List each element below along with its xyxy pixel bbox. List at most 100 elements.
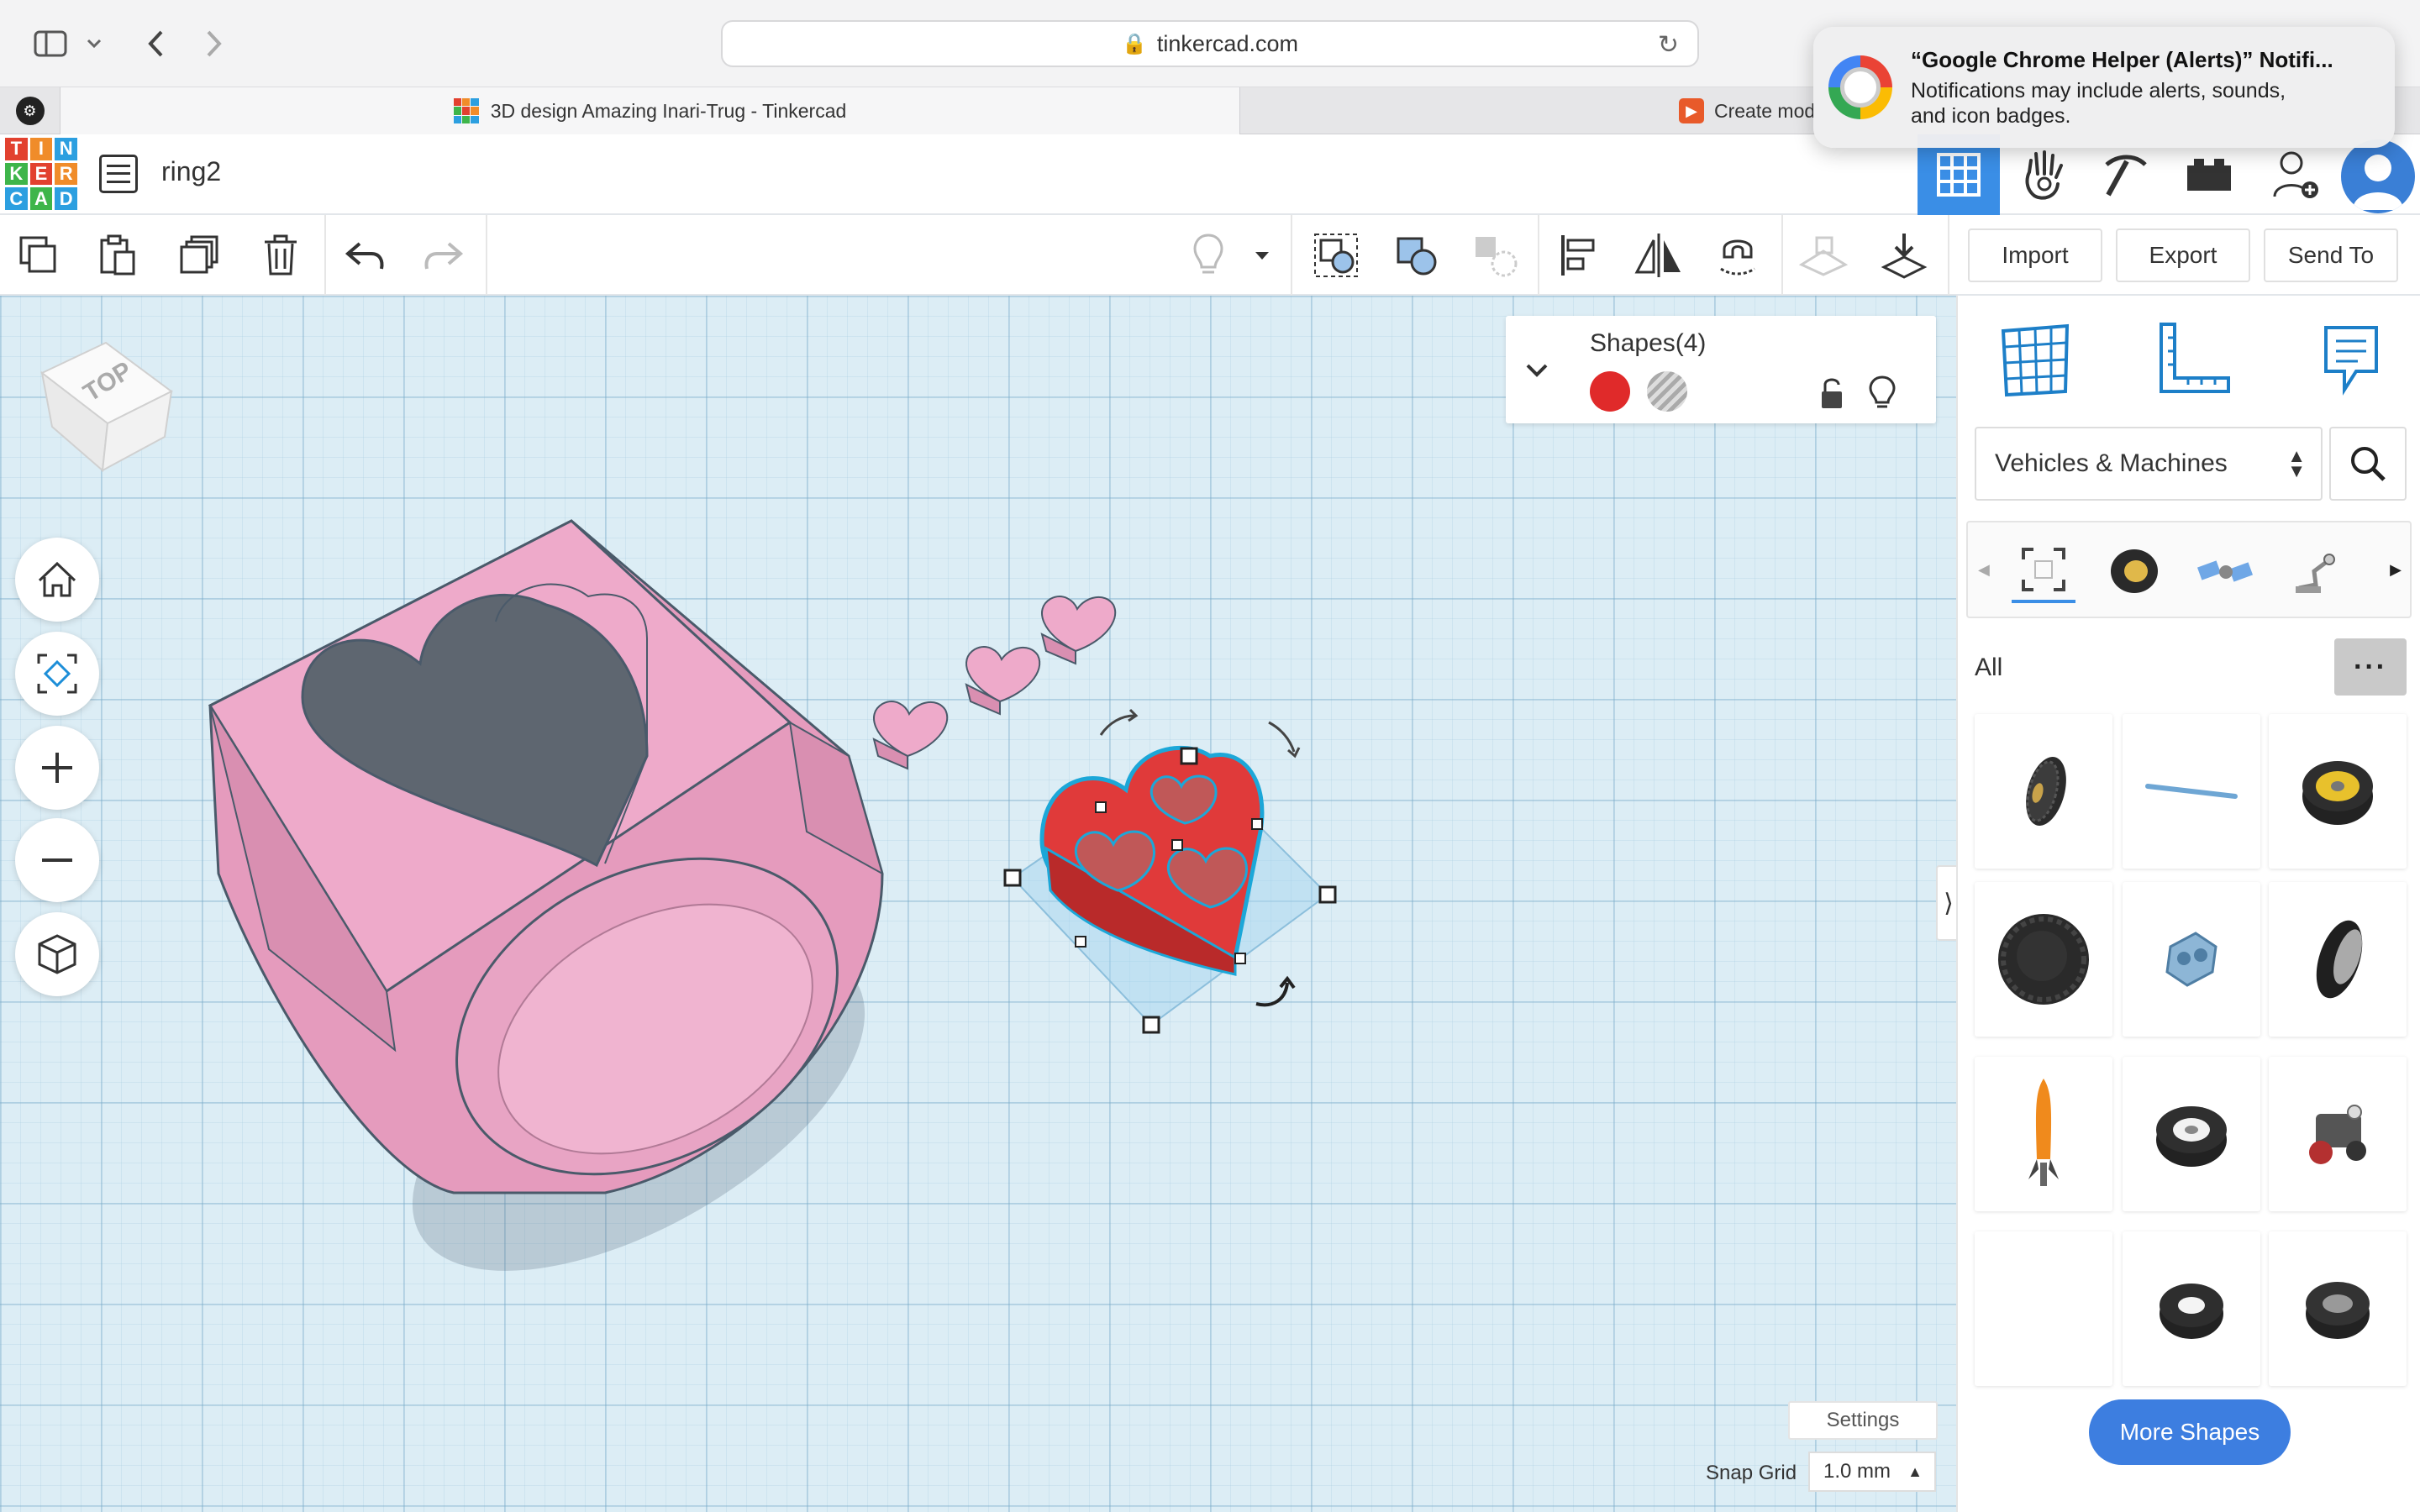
collapse-panel-button[interactable]: ⟩	[1936, 865, 1956, 941]
shape-card[interactable]	[2123, 714, 2260, 869]
logo-letter: C	[5, 187, 28, 210]
home-view-button[interactable]	[15, 538, 99, 622]
lock-icon[interactable]	[1817, 376, 1847, 410]
plus-icon	[42, 753, 72, 783]
ruler-icon	[2160, 323, 2230, 393]
shape-card[interactable]	[1975, 1057, 2112, 1211]
forward-icon[interactable]	[190, 20, 237, 67]
group-icon	[1314, 234, 1358, 277]
snap-grid-value: 1.0 mm	[1823, 1460, 1891, 1483]
shape-category-select[interactable]: Vehicles & Machines ▲ ▼	[1975, 427, 2323, 501]
selected-heart-group[interactable]	[1003, 708, 1337, 1034]
zoom-out-button[interactable]	[15, 818, 99, 902]
import-button[interactable]: Import	[1968, 228, 2102, 282]
export-button[interactable]: Export	[2116, 228, 2250, 282]
ungroup-button[interactable]	[1392, 230, 1442, 281]
toolbar-divider	[1291, 215, 1292, 296]
shape-search-button[interactable]	[2329, 427, 2407, 501]
pinned-tab[interactable]: ⚙	[0, 87, 60, 134]
back-icon[interactable]	[133, 20, 180, 67]
small-heart-shape[interactable]	[965, 646, 1041, 716]
duplicate-button[interactable]	[175, 230, 225, 281]
lightbulb-icon[interactable]	[1867, 375, 1897, 412]
design-list-icon[interactable]	[99, 155, 138, 193]
tinkercad-logo[interactable]: TIN KER CAD	[5, 138, 77, 210]
zoom-in-button[interactable]	[15, 726, 99, 810]
solid-color-swatch[interactable]	[1590, 371, 1630, 412]
carousel-right-icon[interactable]: ▶	[2390, 561, 2402, 579]
fit-view-button[interactable]	[15, 632, 99, 716]
reload-icon[interactable]: ↻	[1658, 30, 1679, 60]
group-button[interactable]	[1311, 230, 1361, 281]
shapes-inspector: Shapes(4)	[1506, 316, 1936, 423]
filter-robots-button[interactable]	[2284, 539, 2348, 603]
workplane-grid-button[interactable]	[1995, 319, 2075, 400]
robot-chassis-icon	[2309, 1105, 2366, 1164]
snap-button[interactable]	[1712, 230, 1763, 281]
notes-button[interactable]	[2311, 319, 2391, 400]
hole-swatch[interactable]	[1647, 371, 1687, 412]
shape-card[interactable]	[2269, 882, 2407, 1037]
shape-card[interactable]	[2269, 1057, 2407, 1211]
shape-card[interactable]	[2269, 1231, 2407, 1386]
workplane-button[interactable]	[1798, 230, 1849, 281]
address-bar[interactable]: 🔒 tinkercad.com ↻	[721, 20, 1699, 67]
paste-button[interactable]	[92, 230, 143, 281]
3d-scene[interactable]	[0, 296, 1956, 1512]
axle-rod-icon	[2145, 784, 2238, 799]
duplicate-icon	[180, 235, 218, 274]
undo-button[interactable]	[339, 230, 390, 281]
tinkercad-favicon-icon	[453, 98, 479, 123]
workplane[interactable]: TOP Settings Snap Grid 1.0 mm ▲ ⟩	[0, 296, 1956, 1512]
design-title[interactable]: ring2	[161, 156, 221, 187]
carousel-left-icon[interactable]: ◀	[1978, 561, 1990, 579]
logo-letter: N	[55, 138, 77, 160]
redo-button[interactable]	[418, 230, 469, 281]
more-options-button[interactable]: ···	[2334, 638, 2407, 696]
filter-wheels-button[interactable]	[2102, 539, 2166, 603]
shape-filter-carousel: ◀ ▶	[1966, 521, 2412, 618]
small-heart-shape[interactable]	[872, 701, 949, 770]
filter-satellites-button[interactable]	[2193, 539, 2257, 603]
notification-title: “Google Chrome Helper (Alerts)” Notifi..…	[1911, 46, 2333, 72]
shape-card[interactable]	[2123, 882, 2260, 1037]
chevron-down-icon[interactable]	[1524, 358, 1549, 383]
visibility-dropdown-button[interactable]	[1247, 230, 1277, 281]
copy-button[interactable]	[13, 230, 64, 281]
mirror-button[interactable]	[1634, 230, 1684, 281]
shape-card[interactable]	[1975, 1231, 2112, 1386]
sidebar-toggle-icon[interactable]	[27, 20, 74, 67]
offroad-tire-icon	[2026, 757, 2066, 826]
ruler-button[interactable]	[2153, 319, 2233, 400]
align-button[interactable]	[1555, 230, 1605, 281]
user-avatar[interactable]	[2341, 139, 2415, 213]
shape-card[interactable]	[1975, 714, 2112, 869]
more-shapes-button[interactable]: More Shapes	[2089, 1399, 2291, 1465]
pickaxe-icon	[2105, 155, 2147, 197]
minus-icon	[42, 858, 72, 862]
trash-icon	[265, 234, 297, 276]
view-cube[interactable]	[34, 329, 185, 480]
perspective-toggle-button[interactable]	[15, 912, 99, 996]
tab-tinkercad-design[interactable]: 3D design Amazing Inari-Trug - Tinkercad	[60, 87, 1240, 134]
delete-button[interactable]	[255, 230, 306, 281]
snap-grid-select[interactable]: 1.0 mm ▲	[1808, 1452, 1936, 1492]
tab-title: Create mod	[1714, 99, 1816, 122]
small-heart-shape[interactable]	[1040, 596, 1117, 665]
settings-button[interactable]: Settings	[1788, 1401, 1938, 1440]
mirror-icon	[1634, 234, 1681, 277]
cruise-button[interactable]	[1470, 230, 1521, 281]
show-all-button[interactable]	[1183, 230, 1234, 281]
drop-button[interactable]	[1879, 230, 1929, 281]
shape-card[interactable]	[2123, 1231, 2260, 1386]
fit-icon	[37, 654, 77, 694]
shape-card[interactable]	[1975, 882, 2112, 1037]
system-notification[interactable]: “Google Chrome Helper (Alerts)” Notifi..…	[1813, 27, 2395, 148]
shape-card[interactable]	[2269, 714, 2407, 869]
send-to-button[interactable]: Send To	[2264, 228, 2398, 282]
tab-group-chevron-icon[interactable]	[77, 20, 111, 67]
filter-all-button[interactable]	[2012, 539, 2075, 603]
notification-body-line: and icon badges.	[1911, 103, 2071, 128]
frame-corners-icon	[2022, 548, 2065, 591]
shape-card[interactable]	[2123, 1057, 2260, 1211]
